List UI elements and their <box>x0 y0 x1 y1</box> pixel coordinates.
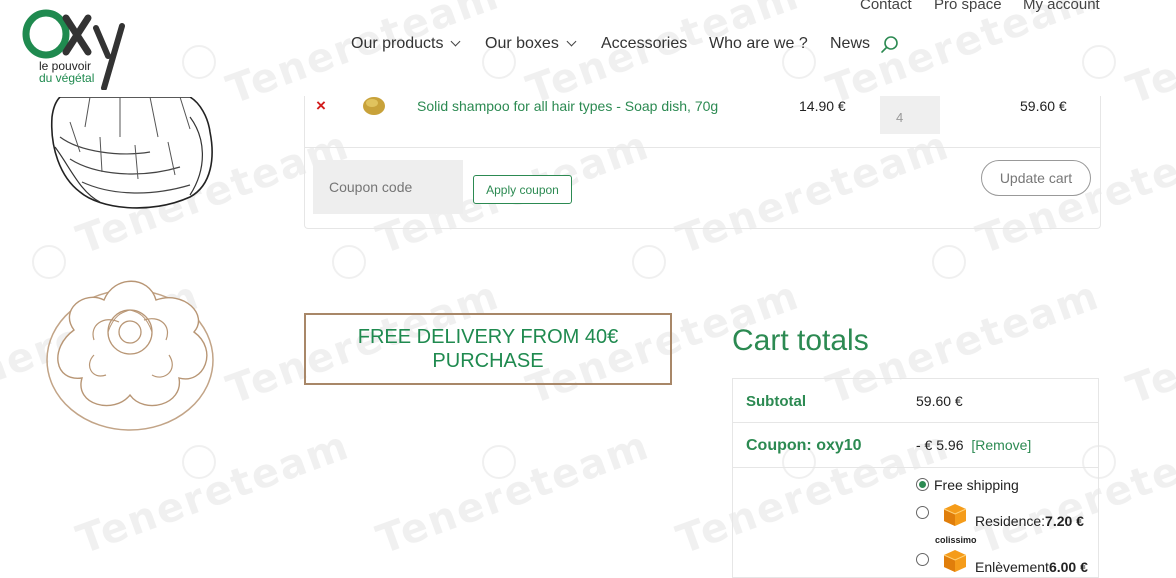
shipping-option-price: 6.00 € <box>1048 559 1088 575</box>
apply-coupon-button[interactable]: Apply coupon <box>473 175 572 204</box>
product-subtotal: 59.60 € <box>1020 98 1067 114</box>
flower-soap-illustration <box>44 270 216 432</box>
coupon-label: Coupon: oxy10 <box>746 437 862 454</box>
site-logo[interactable]: le pouvoir du végétal <box>20 6 130 91</box>
cart-row-divider <box>304 147 1100 148</box>
free-delivery-banner: FREE DELIVERY FROM 40€ PURCHASE <box>304 313 672 385</box>
watermark-text: Tenereteam <box>1120 272 1176 414</box>
coupon-discount: - € 5.96 [Remove] <box>916 437 1031 453</box>
coupon-discount-value: - € 5.96 <box>916 437 964 453</box>
logo-tagline: le pouvoir du végétal <box>39 60 94 84</box>
watermark-text: Tenereteam <box>70 422 356 564</box>
shipping-option-label: Enlèvement <box>975 559 1049 575</box>
nav-item-news[interactable]: News <box>830 35 870 53</box>
quantity-input[interactable] <box>880 96 940 134</box>
logo-tagline-line2-wrap: du végétal <box>39 72 94 84</box>
nav-item-label: News <box>830 35 871 52</box>
shipping-option-residence: Residence:7.20 € <box>975 513 1084 529</box>
subtotal-value: 59.60 € <box>916 393 963 409</box>
update-cart-button[interactable]: Update cart <box>981 160 1091 196</box>
colissimo-box-icon <box>943 503 967 527</box>
shipping-option-label: Free shipping <box>934 477 1019 493</box>
watermark-text: Tenereteam <box>1120 0 1176 114</box>
watermark-text: Tenereteam <box>370 422 656 564</box>
cart-totals-title: Cart totals <box>732 324 869 357</box>
totals-divider <box>733 422 1099 423</box>
nav-item-our-products[interactable]: Our products <box>351 35 461 53</box>
subtotal-label: Subtotal <box>746 393 806 410</box>
shipping-option-label: Residence: <box>975 513 1046 529</box>
banner-line1: FREE DELIVERY FROM 40€ <box>357 326 619 348</box>
nav-item-label: Our products <box>351 35 444 52</box>
shipping-option-price: 7.20 € <box>1045 513 1084 529</box>
logo-tagline-line2: du végétal <box>39 71 95 85</box>
nav-item-label: Accessories <box>601 35 688 52</box>
soap-dish-illustration <box>40 96 220 222</box>
carrier-label: colissimo <box>935 535 977 545</box>
banner-line2: PURCHASE <box>432 350 544 372</box>
remove-coupon-link[interactable]: [Remove] <box>971 437 1031 453</box>
search-icon[interactable] <box>880 35 900 55</box>
shipping-radio-free[interactable] <box>916 478 929 491</box>
nav-item-label: Who are we ? <box>709 35 808 52</box>
chevron-down-icon <box>451 36 461 47</box>
shipping-radio-pickup[interactable] <box>916 553 929 566</box>
top-link-pro-space[interactable]: Pro space <box>934 0 1002 13</box>
product-thumbnail[interactable] <box>362 96 386 116</box>
coupon-code-input[interactable] <box>313 160 463 214</box>
top-link-contact[interactable]: Contact <box>860 0 912 13</box>
chevron-down-icon <box>566 36 577 47</box>
nav-item-accessories[interactable]: Accessories <box>601 35 687 53</box>
nav-item-who-are-we[interactable]: Who are we ? <box>709 35 808 53</box>
remove-item-icon[interactable]: × <box>316 96 326 116</box>
shipping-option-pickup: Enlèvement6.00 € <box>975 559 1088 575</box>
nav-item-label: Our boxes <box>485 35 559 52</box>
totals-divider <box>733 467 1099 468</box>
nav-item-our-boxes[interactable]: Our boxes <box>485 35 577 53</box>
product-name-link[interactable]: Solid shampoo for all hair types - Soap … <box>417 98 718 114</box>
colissimo-box-icon <box>943 549 967 573</box>
shipping-radio-residence[interactable] <box>916 506 929 519</box>
product-price: 14.90 € <box>799 98 846 114</box>
top-link-my-account[interactable]: My account <box>1023 0 1100 13</box>
